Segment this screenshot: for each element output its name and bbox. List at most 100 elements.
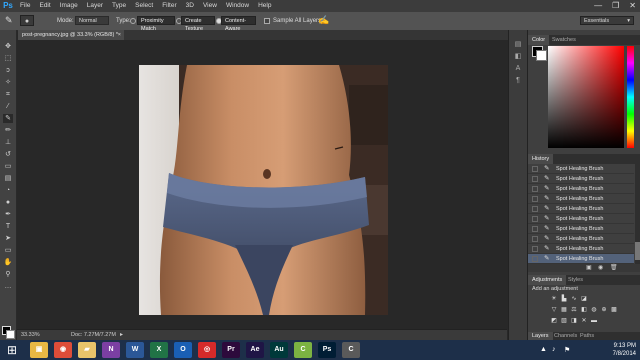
document-tab[interactable]: post-pregnancy.jpg @ 33.3% (RGB/8) * × — [18, 30, 124, 40]
history-item[interactable]: ✎ Spot Healing Brush — [528, 244, 634, 254]
close-button[interactable]: ✕ — [629, 0, 636, 12]
taskbar-app-creative-cloud[interactable]: ◎ — [198, 342, 216, 358]
spot-healing-tool-icon[interactable]: ✎ — [3, 114, 13, 123]
history-item[interactable]: ✎ Spot Healing Brush — [528, 234, 634, 244]
brush-preset-picker[interactable]: ● — [20, 15, 34, 26]
lasso-tool-icon[interactable]: ↄ — [3, 66, 13, 75]
hue-saturation-icon[interactable]: ▦ — [560, 307, 568, 314]
new-document-from-state-icon[interactable]: ▣ — [586, 264, 592, 272]
brush-tool-icon[interactable]: ✏ — [3, 126, 13, 135]
path-selection-tool-icon[interactable]: ➤ — [3, 234, 13, 243]
tray-flag-icon[interactable]: ⚑ — [564, 346, 570, 354]
menu-help[interactable]: Help — [258, 0, 271, 12]
system-clock[interactable]: 9:13 PM 7/8/2014 — [613, 342, 636, 358]
tray-volume-icon[interactable]: ♪ — [552, 346, 556, 353]
photo-filter-icon[interactable]: ◍ — [590, 307, 598, 314]
taskbar-app-onenote[interactable]: N — [102, 342, 120, 358]
taskbar-app-excel[interactable]: X — [150, 342, 168, 358]
hand-tool-icon[interactable]: ✋ — [3, 258, 13, 267]
proximity-match-button[interactable]: Proximity Match — [137, 16, 175, 32]
levels-icon[interactable]: ▙ — [560, 296, 568, 303]
history-source-checkbox[interactable] — [532, 176, 538, 182]
trash-icon[interactable]: 🗑 — [610, 264, 618, 272]
history-source-checkbox[interactable] — [532, 206, 538, 212]
taskbar-app-premiere[interactable]: Pr — [222, 342, 240, 358]
history-source-checkbox[interactable] — [532, 196, 538, 202]
taskbar-app-outlook[interactable]: O — [174, 342, 192, 358]
spot-healing-brush-icon[interactable]: ✎ — [5, 15, 16, 26]
curves-icon[interactable]: ∿ — [570, 296, 578, 303]
menu-select[interactable]: Select — [135, 0, 153, 12]
menu-3d[interactable]: 3D — [186, 0, 194, 12]
workspace-select[interactable]: Essentials ▾ — [580, 16, 634, 25]
tab-styles[interactable]: Styles — [564, 275, 587, 285]
tray-network-icon[interactable]: ▲ — [540, 346, 547, 353]
eraser-tool-icon[interactable]: ▭ — [3, 162, 13, 171]
history-source-checkbox[interactable] — [532, 246, 538, 252]
invert-icon[interactable]: ◩ — [550, 318, 558, 325]
history-item[interactable]: ✎ Spot Healing Brush — [528, 204, 634, 214]
history-item[interactable]: ✎ Spot Healing Brush — [528, 184, 634, 194]
background-color-swatch[interactable] — [6, 330, 15, 339]
eyedropper-tool-icon[interactable]: ⁄ — [3, 102, 13, 111]
proximity-match-radio[interactable] — [130, 18, 136, 24]
taskbar-app-explorer[interactable]: ▣ — [30, 342, 48, 358]
pressure-size-icon[interactable]: ✍ — [318, 15, 329, 26]
close-tab-icon[interactable]: × — [118, 30, 121, 40]
color-picker-field[interactable] — [548, 46, 624, 148]
content-aware-button[interactable]: Content-Aware — [221, 16, 256, 32]
tab-history[interactable]: History — [528, 154, 554, 164]
move-tool-icon[interactable]: ✥ — [3, 42, 13, 51]
properties-panel-icon[interactable]: ◧ — [513, 52, 523, 61]
menu-view[interactable]: View — [203, 0, 217, 12]
create-texture-button[interactable]: Create Texture — [181, 16, 215, 32]
taskbar-app-camtasia[interactable]: C — [294, 342, 312, 358]
snapshot-icon[interactable]: ◉ — [598, 264, 603, 272]
tab-swatches[interactable]: Swatches — [548, 35, 580, 45]
gradient-map-icon[interactable]: ▬ — [590, 318, 598, 325]
taskbar-app-photoshop[interactable]: Ps — [318, 342, 336, 358]
taskbar-app-audition[interactable]: Au — [270, 342, 288, 358]
taskbar-app-after-effects[interactable]: Ae — [246, 342, 264, 358]
history-item[interactable]: ✎ Spot Healing Brush — [528, 194, 634, 204]
tab-adjustments[interactable]: Adjustments — [528, 275, 567, 285]
black-white-icon[interactable]: ◧ — [580, 307, 588, 314]
marquee-tool-icon[interactable]: ⬚ — [3, 54, 13, 63]
maximize-button[interactable]: ❐ — [612, 0, 619, 12]
zoom-tool-icon[interactable]: ⚲ — [3, 270, 13, 279]
menu-edit[interactable]: Edit — [39, 0, 50, 12]
dodge-tool-icon[interactable]: ● — [3, 198, 13, 207]
menu-layer[interactable]: Layer — [87, 0, 103, 12]
history-scroll-thumb[interactable] — [635, 242, 640, 260]
history-panel-icon[interactable]: ▤ — [513, 40, 523, 49]
exposure-icon[interactable]: ◪ — [580, 296, 588, 303]
hue-slider[interactable] — [627, 46, 634, 148]
menu-filter[interactable]: Filter — [162, 0, 176, 12]
history-brush-tool-icon[interactable]: ↺ — [3, 150, 13, 159]
history-scrollbar[interactable] — [635, 164, 640, 264]
color-background-swatch[interactable] — [536, 50, 547, 61]
menu-type[interactable]: Type — [112, 0, 126, 12]
sample-all-layers-checkbox[interactable] — [264, 18, 270, 24]
brightness-contrast-icon[interactable]: ☀ — [550, 296, 558, 303]
menu-image[interactable]: Image — [60, 0, 78, 12]
channel-mixer-icon[interactable]: ⊕ — [600, 307, 608, 314]
history-item[interactable]: ✎ Spot Healing Brush — [528, 214, 634, 224]
gradient-tool-icon[interactable]: ▤ — [3, 174, 13, 183]
history-source-checkbox[interactable] — [532, 236, 538, 242]
history-item[interactable]: ✎ Spot Healing Brush — [528, 164, 634, 174]
history-source-checkbox[interactable] — [532, 256, 538, 262]
start-button[interactable]: ⊞ — [4, 342, 20, 358]
history-source-checkbox[interactable] — [532, 186, 538, 192]
color-balance-icon[interactable]: ⚖ — [570, 307, 578, 314]
history-item[interactable]: ✎ Spot Healing Brush — [528, 224, 634, 234]
taskbar-app-chrome[interactable]: ◉ — [54, 342, 72, 358]
tab-layers[interactable]: Layers — [528, 332, 553, 340]
history-source-checkbox[interactable] — [532, 226, 538, 232]
pen-tool-icon[interactable]: ✒ — [3, 210, 13, 219]
taskbar-app-word[interactable]: W — [126, 342, 144, 358]
menu-window[interactable]: Window — [226, 0, 249, 12]
edit-toolbar-icon[interactable]: … — [3, 282, 13, 291]
tab-paths[interactable]: Paths — [576, 332, 598, 340]
minimize-button[interactable]: — — [594, 0, 602, 12]
